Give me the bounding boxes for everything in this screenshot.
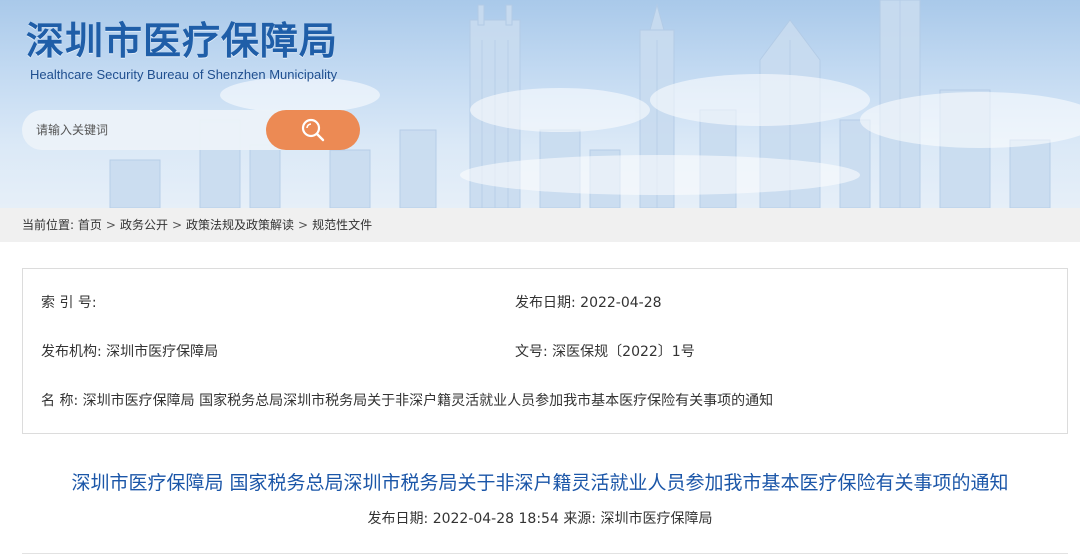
breadcrumb-policies[interactable]: 政策法规及政策解读	[186, 218, 294, 232]
document-number-value: 深医保规〔2022〕1号	[552, 344, 695, 360]
breadcrumb-home[interactable]: 首页	[78, 218, 102, 232]
breadcrumb-bar: 当前位置: 首页 > 政务公开 > 政策法规及政策解读 > 规范性文件	[0, 208, 1080, 242]
content-divider	[22, 553, 1068, 554]
document-name-row: 名 称: 深圳市医疗保障局 国家税务总局深圳市税务局关于非深户籍灵活就业人员参加…	[41, 392, 773, 410]
article-source-value: 深圳市医疗保障局	[600, 511, 713, 527]
document-number-label: 文号:	[515, 344, 548, 360]
document-name-label: 名 称:	[41, 393, 79, 409]
document-number-row: 文号: 深医保规〔2022〕1号	[515, 343, 695, 361]
breadcrumb-gov-affairs[interactable]: 政务公开	[120, 218, 168, 232]
article-meta: 发布日期: 2022-04-28 18:54 来源: 深圳市医疗保障局	[0, 510, 1080, 528]
search-icon	[301, 118, 325, 142]
publish-date-row: 发布日期: 2022-04-28	[515, 294, 662, 312]
breadcrumb: 当前位置: 首页 > 政务公开 > 政策法规及政策解读 > 规范性文件	[22, 217, 372, 233]
article-title: 深圳市医疗保障局 国家税务总局深圳市税务局关于非深户籍灵活就业人员参加我市基本医…	[71, 472, 1009, 494]
site-subtitle: Healthcare Security Bureau of Shenzhen M…	[30, 67, 338, 82]
breadcrumb-separator: >	[105, 218, 116, 232]
document-name-value: 深圳市医疗保障局 国家税务总局深圳市税务局关于非深户籍灵活就业人员参加我市基本医…	[82, 393, 774, 409]
breadcrumb-separator: >	[298, 218, 309, 232]
site-title: 深圳市医疗保障局	[26, 19, 339, 63]
index-number-row: 索 引 号:	[41, 294, 97, 312]
header-banner: 深圳市医疗保障局 Healthcare Security Bureau of S…	[0, 0, 1080, 208]
breadcrumb-separator: >	[171, 218, 183, 232]
article-date-label: 发布日期:	[367, 511, 429, 527]
index-number-label: 索 引 号:	[41, 295, 97, 311]
publish-date-value: 2022-04-28	[580, 295, 662, 311]
article-date-value: 2022-04-28 18:54	[432, 511, 559, 527]
issuing-org-label: 发布机构:	[41, 344, 102, 360]
issuing-org-row: 发布机构: 深圳市医疗保障局	[41, 343, 218, 361]
issuing-org-value: 深圳市医疗保障局	[106, 344, 219, 360]
document-info-box: 索 引 号: 发布日期: 2022-04-28 发布机构: 深圳市医疗保障局 文…	[22, 268, 1068, 434]
breadcrumb-normative-docs[interactable]: 规范性文件	[312, 218, 372, 232]
breadcrumb-prefix: 当前位置:	[22, 218, 75, 232]
publish-date-label: 发布日期:	[515, 295, 576, 311]
search-button[interactable]	[266, 110, 360, 150]
article-source-label: 来源:	[563, 511, 597, 527]
